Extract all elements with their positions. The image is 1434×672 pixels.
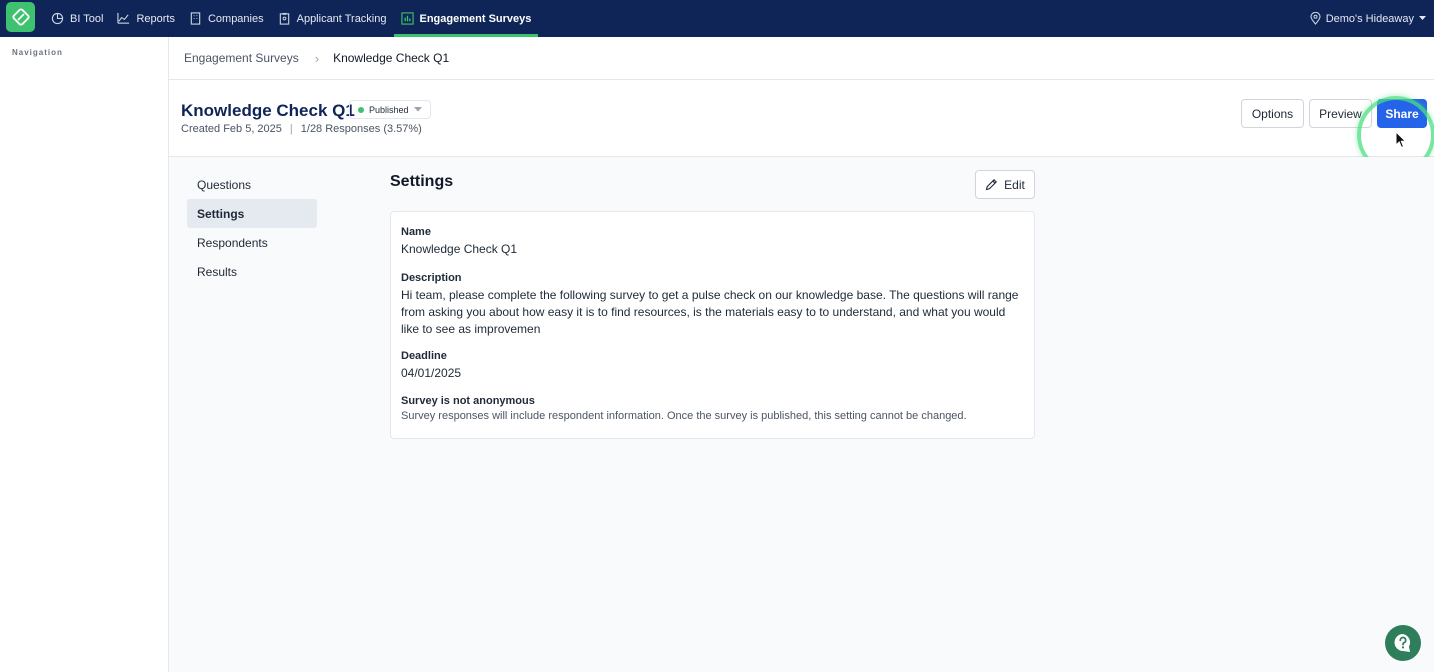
nav-item-applicant-tracking[interactable]: Applicant Tracking xyxy=(271,0,394,37)
deadline-field: Deadline 04/01/2025 xyxy=(401,350,1024,382)
nav-item-label: Engagement Surveys xyxy=(419,12,532,25)
nav-item-label: Reports xyxy=(136,12,175,25)
breadcrumb: Engagement Surveys › Knowledge Check Q1 xyxy=(169,37,1434,80)
line-chart-icon xyxy=(117,12,130,24)
question-mark-icon xyxy=(1394,634,1411,652)
breadcrumb-parent-link[interactable]: Engagement Surveys xyxy=(184,51,299,65)
status-dropdown[interactable]: Published xyxy=(349,100,431,119)
clipboard-icon xyxy=(279,12,289,25)
page-title: Knowledge Check Q1 xyxy=(181,101,355,120)
navigation-heading: Navigation xyxy=(12,48,63,57)
share-button[interactable]: Share xyxy=(1377,99,1427,128)
chart-pie-icon xyxy=(51,12,64,25)
description-field: Description Hi team, please complete the… xyxy=(401,272,1024,338)
location-selector[interactable]: Demo's Hideaway xyxy=(1310,0,1426,37)
app-logo[interactable] xyxy=(6,2,35,32)
name-value: Knowledge Check Q1 xyxy=(401,242,518,256)
left-navigation-panel: Navigation xyxy=(0,37,169,672)
created-date: Created Feb 5, 2025 xyxy=(181,123,282,135)
subnav-item-questions[interactable]: Questions xyxy=(187,170,317,199)
status-label: Published xyxy=(369,104,409,115)
pencil-icon xyxy=(985,179,998,191)
bar-chart-icon xyxy=(400,12,414,25)
name-field: Name Knowledge Check Q1 xyxy=(401,226,1024,258)
response-count: 1/28 Responses (3.57%) xyxy=(300,123,422,135)
caret-down-icon xyxy=(1419,16,1426,20)
nav-item-companies[interactable]: Companies xyxy=(182,0,271,37)
nav-item-reports[interactable]: Reports xyxy=(110,0,182,37)
nav-item-label: Companies xyxy=(207,12,264,25)
nav-item-label: BI Tool xyxy=(70,12,104,25)
mouse-cursor-icon xyxy=(1395,131,1407,149)
nav-item-bi-tool[interactable]: BI Tool xyxy=(44,0,110,37)
preview-button[interactable]: Preview xyxy=(1309,99,1372,128)
meta-divider: | xyxy=(289,123,293,135)
anonymity-description: Survey responses will include respondent… xyxy=(401,410,967,422)
location-label: Demo's Hideaway xyxy=(1325,12,1414,25)
anonymity-label: Survey is not anonymous xyxy=(401,395,535,407)
edit-button[interactable]: Edit xyxy=(975,170,1035,199)
settings-card: Name Knowledge Check Q1 Description Hi t… xyxy=(390,211,1035,439)
map-pin-icon xyxy=(1310,12,1321,25)
survey-meta: Created Feb 5, 2025 | 1/28 Responses (3.… xyxy=(181,123,422,135)
name-label: Name xyxy=(401,226,431,238)
breadcrumb-current: Knowledge Check Q1 xyxy=(333,51,450,65)
status-dot-icon xyxy=(358,106,364,113)
anonymity-field: Survey is not anonymous Survey responses… xyxy=(401,395,1024,422)
deadline-label: Deadline xyxy=(401,350,447,362)
chevron-right-icon: › xyxy=(314,50,320,66)
description-value: Hi team, please complete the following s… xyxy=(401,288,1019,336)
subnav-item-results[interactable]: Results xyxy=(187,257,317,286)
top-nav-bar: BI Tool Reports Companies Applicant Trac… xyxy=(0,0,1434,37)
help-button[interactable] xyxy=(1385,625,1421,661)
description-label: Description xyxy=(401,272,462,284)
edit-label: Edit xyxy=(1004,177,1025,192)
survey-subnav: Questions Settings Respondents Results xyxy=(187,170,317,286)
logo-icon xyxy=(11,8,30,26)
options-button[interactable]: Options xyxy=(1241,99,1304,128)
nav-item-label: Applicant Tracking xyxy=(296,12,387,25)
subnav-item-respondents[interactable]: Respondents xyxy=(187,228,317,257)
subnav-item-settings[interactable]: Settings xyxy=(187,199,317,228)
deadline-value: 04/01/2025 xyxy=(401,366,462,380)
caret-down-icon xyxy=(413,107,422,112)
nav-item-engagement-surveys[interactable]: Engagement Surveys xyxy=(393,0,539,37)
settings-heading: Settings xyxy=(390,173,454,190)
survey-header: Knowledge Check Q1 Published Created Feb… xyxy=(169,80,1434,174)
main-content: Questions Settings Respondents Results S… xyxy=(169,157,1434,672)
building-icon xyxy=(190,12,201,25)
